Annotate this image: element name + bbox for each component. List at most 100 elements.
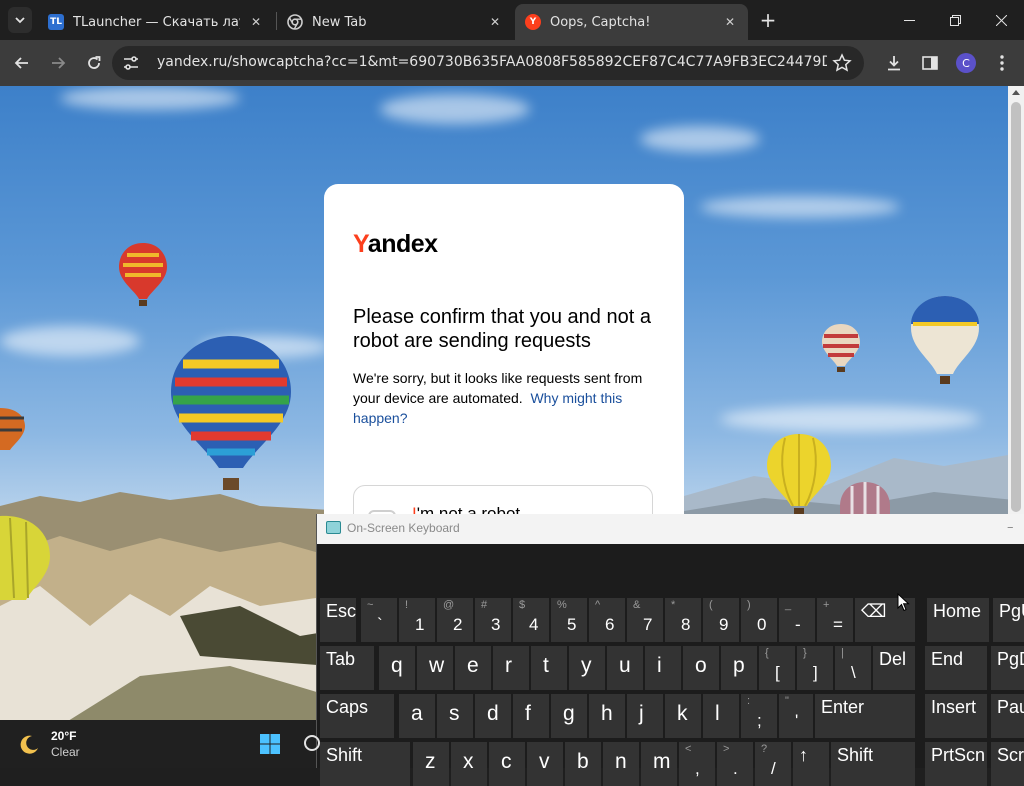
key-3[interactable]: #3 xyxy=(475,598,511,642)
key-o[interactable]: o xyxy=(683,646,719,690)
key-2[interactable]: @2 xyxy=(437,598,473,642)
tab-captcha[interactable]: Y Oops, Captcha! ✕ xyxy=(515,4,748,40)
key-h[interactable]: h xyxy=(589,694,625,738)
search-icon[interactable] xyxy=(302,733,324,755)
key-symbol[interactable]: }] xyxy=(797,646,833,690)
key-n[interactable]: n xyxy=(603,742,639,786)
key-v[interactable]: v xyxy=(527,742,563,786)
key-symbol[interactable]: ? / xyxy=(755,742,791,786)
key-z[interactable]: z xyxy=(413,742,449,786)
key-f[interactable]: f xyxy=(513,694,549,738)
scroll-up-arrow-icon[interactable] xyxy=(1012,90,1020,95)
key-d[interactable]: d xyxy=(475,694,511,738)
key-b[interactable]: b xyxy=(565,742,601,786)
key-label: Del xyxy=(879,649,907,669)
reload-button[interactable] xyxy=(80,49,108,77)
key-symbol[interactable]: ~ ` xyxy=(361,598,397,642)
tab-search-button[interactable] xyxy=(8,7,32,33)
key-symbol[interactable]: + = xyxy=(817,598,853,642)
tab-new-tab[interactable]: New Tab ✕ xyxy=(277,4,513,40)
keyboard-minimize-icon[interactable]: – xyxy=(1007,520,1014,535)
key-r[interactable]: r xyxy=(493,646,529,690)
key-j[interactable]: j xyxy=(627,694,663,738)
weather-temperature[interactable]: 20°F xyxy=(51,729,76,743)
key-1[interactable]: ! 1 xyxy=(399,598,435,642)
scroll-thumb[interactable] xyxy=(1011,102,1021,512)
key-w[interactable]: w xyxy=(417,646,453,690)
key-y[interactable]: y xyxy=(569,646,605,690)
key-pgup[interactable]: PgUp xyxy=(993,598,1024,642)
site-info-icon[interactable] xyxy=(122,54,140,72)
key-del[interactable]: Del xyxy=(873,646,915,690)
profile-avatar[interactable]: C xyxy=(956,53,976,73)
key-shift-label: " xyxy=(785,695,789,707)
tab-tlauncher[interactable]: TL TLauncher — Скачать лаунчер ✕ xyxy=(38,4,274,40)
key-q[interactable]: q xyxy=(379,646,415,690)
key-s[interactable]: s xyxy=(437,694,473,738)
keyboard-title-bar[interactable]: On-Screen Keyboard – xyxy=(317,514,1024,544)
key-enter[interactable]: Enter xyxy=(815,694,915,738)
key-symbol[interactable]: | \ xyxy=(835,646,871,690)
key-symbol[interactable]: :; xyxy=(741,694,777,738)
key-8[interactable]: * 8 xyxy=(665,598,701,642)
key-shift[interactable]: Shift xyxy=(831,742,915,786)
close-window-button[interactable] xyxy=(978,0,1024,40)
tab-title: New Tab xyxy=(312,14,367,30)
key-prtscn[interactable]: PrtScn xyxy=(925,742,987,786)
key-tab[interactable]: Tab xyxy=(320,646,374,690)
key-t[interactable]: t xyxy=(531,646,567,690)
key-symbol[interactable]: ↑ xyxy=(793,742,829,786)
address-bar[interactable]: yandex.ru/showcaptcha?cc=1&mt=690730B635… xyxy=(112,46,864,80)
key-m[interactable]: m xyxy=(641,742,677,786)
key-symbol[interactable]: >. xyxy=(717,742,753,786)
key-symbol[interactable]: {[ xyxy=(759,646,795,690)
back-button[interactable] xyxy=(8,49,36,77)
side-panel-button[interactable] xyxy=(919,52,941,74)
key-end[interactable]: End xyxy=(925,646,987,690)
menu-button[interactable] xyxy=(991,52,1013,74)
key-home[interactable]: Home xyxy=(927,598,989,642)
key-pause[interactable]: Pause xyxy=(991,694,1024,738)
key-6[interactable]: ^ 6 xyxy=(589,598,625,642)
close-tab-icon[interactable]: ✕ xyxy=(722,14,738,30)
key-0[interactable]: ) 0 xyxy=(741,598,777,642)
close-tab-icon[interactable]: ✕ xyxy=(487,14,503,30)
key-c[interactable]: c xyxy=(489,742,525,786)
key-k[interactable]: k xyxy=(665,694,701,738)
bookmark-star-icon[interactable] xyxy=(832,53,852,73)
key-9[interactable]: (9 xyxy=(703,598,739,642)
key-esc[interactable]: Esc xyxy=(320,598,356,642)
moon-weather-icon[interactable] xyxy=(18,734,40,756)
minimize-button[interactable] xyxy=(886,0,932,40)
key-insert[interactable]: Insert xyxy=(925,694,987,738)
key-5[interactable]: % 5 xyxy=(551,598,587,642)
balloon-blue-white-image xyxy=(911,296,979,384)
key-caps[interactable]: Caps xyxy=(320,694,394,738)
key-a[interactable]: a xyxy=(399,694,435,738)
windows-start-icon[interactable] xyxy=(259,733,281,755)
key-x[interactable]: x xyxy=(451,742,487,786)
key-l[interactable]: l xyxy=(703,694,739,738)
key-symbol[interactable]: _ - xyxy=(779,598,815,642)
key-symbol[interactable]: <, xyxy=(679,742,715,786)
weather-condition[interactable]: Clear xyxy=(51,745,80,759)
downloads-button[interactable] xyxy=(883,52,905,74)
key-7[interactable]: & 7 xyxy=(627,598,663,642)
key-e[interactable]: e xyxy=(455,646,491,690)
key-i[interactable]: i xyxy=(645,646,681,690)
new-tab-button[interactable]: + xyxy=(756,8,780,32)
key-label: PgDn xyxy=(997,649,1024,669)
key-g[interactable]: g xyxy=(551,694,587,738)
key-scrlk[interactable]: ScrLk xyxy=(991,742,1024,786)
forward-button[interactable] xyxy=(44,49,72,77)
close-tab-icon[interactable]: ✕ xyxy=(248,14,264,30)
key-shift[interactable]: Shift xyxy=(320,742,410,786)
key-4[interactable]: $4 xyxy=(513,598,549,642)
key-symbol[interactable]: " ' xyxy=(779,694,813,738)
key-label: s xyxy=(449,702,460,725)
close-icon xyxy=(995,14,1007,26)
key-p[interactable]: p xyxy=(721,646,757,690)
restore-button[interactable] xyxy=(932,0,978,40)
key-u[interactable]: u xyxy=(607,646,643,690)
key-pgdn[interactable]: PgDn xyxy=(991,646,1024,690)
